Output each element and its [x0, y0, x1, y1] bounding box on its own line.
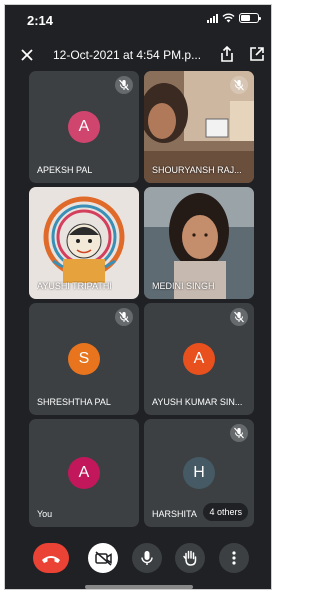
participant-name: AYUSHI TRIPATHI: [37, 281, 112, 291]
open-external-icon: [250, 47, 264, 61]
microphone-icon: [141, 551, 153, 565]
more-vert-icon: [232, 551, 236, 565]
call-controls: [5, 539, 271, 579]
share-icon: [221, 45, 233, 62]
battery-icon: [239, 13, 261, 23]
raise-hand-icon: [183, 550, 197, 566]
participant-name: AYUSH KUMAR SIN...: [152, 397, 243, 407]
avatar: A: [68, 457, 100, 489]
status-bar: 2:14: [5, 5, 271, 35]
mic-off-icon: [115, 76, 133, 94]
status-time: 2:14: [27, 13, 54, 28]
mic-off-icon: [115, 308, 133, 326]
others-chip[interactable]: 4 others: [203, 503, 248, 521]
raise-hand-button[interactable]: [175, 543, 205, 573]
participant-name: You: [37, 509, 53, 519]
close-icon: [21, 49, 33, 61]
meet-screen: 2:14 12-Oct-2021 at 4:54 PM.p... A APEKS…: [4, 4, 272, 590]
participant-tile[interactable]: A AYUSH KUMAR SIN...: [144, 303, 254, 415]
mic-off-icon: [230, 76, 248, 94]
participant-name: HARSHITA: [152, 509, 197, 519]
home-indicator: [85, 585, 193, 589]
mic-off-icon: [230, 308, 248, 326]
camera-off-icon: [95, 551, 112, 566]
participant-name: SHOURYANSH RAJ...: [152, 165, 242, 175]
participant-tile[interactable]: H HARSHITA 4 others: [144, 419, 254, 527]
call-header: 12-Oct-2021 at 4:54 PM.p...: [5, 43, 271, 71]
avatar: A: [68, 111, 100, 143]
participant-name: SHRESHTHA PAL: [37, 397, 111, 407]
signal-icon: [207, 13, 218, 23]
avatar: S: [68, 343, 100, 375]
participant-tile[interactable]: A APEKSH PAL: [29, 71, 139, 183]
participant-name: MEDINI SINGH: [152, 281, 215, 291]
avatar: A: [183, 343, 215, 375]
close-button[interactable]: [17, 45, 37, 65]
end-call-icon: [42, 556, 60, 563]
participant-tile[interactable]: AYUSHI TRIPATHI: [29, 187, 139, 299]
participant-tile[interactable]: MEDINI SINGH: [144, 187, 254, 299]
end-call-button[interactable]: [33, 543, 69, 573]
camera-toggle-button[interactable]: [88, 543, 118, 573]
participant-name: APEKSH PAL: [37, 165, 93, 175]
wifi-icon: [222, 13, 235, 23]
open-external-button[interactable]: [247, 44, 267, 64]
avatar: H: [183, 457, 215, 489]
microphone-button[interactable]: [132, 543, 162, 573]
participant-tile[interactable]: SHOURYANSH RAJ...: [144, 71, 254, 183]
mic-off-icon: [230, 424, 248, 442]
participant-tile[interactable]: S SHRESHTHA PAL: [29, 303, 139, 415]
more-options-button[interactable]: [219, 543, 249, 573]
share-button[interactable]: [217, 44, 237, 64]
status-icons: [207, 13, 261, 23]
participant-tile-self[interactable]: A You: [29, 419, 139, 527]
meeting-title: 12-Oct-2021 at 4:54 PM.p...: [53, 48, 202, 62]
